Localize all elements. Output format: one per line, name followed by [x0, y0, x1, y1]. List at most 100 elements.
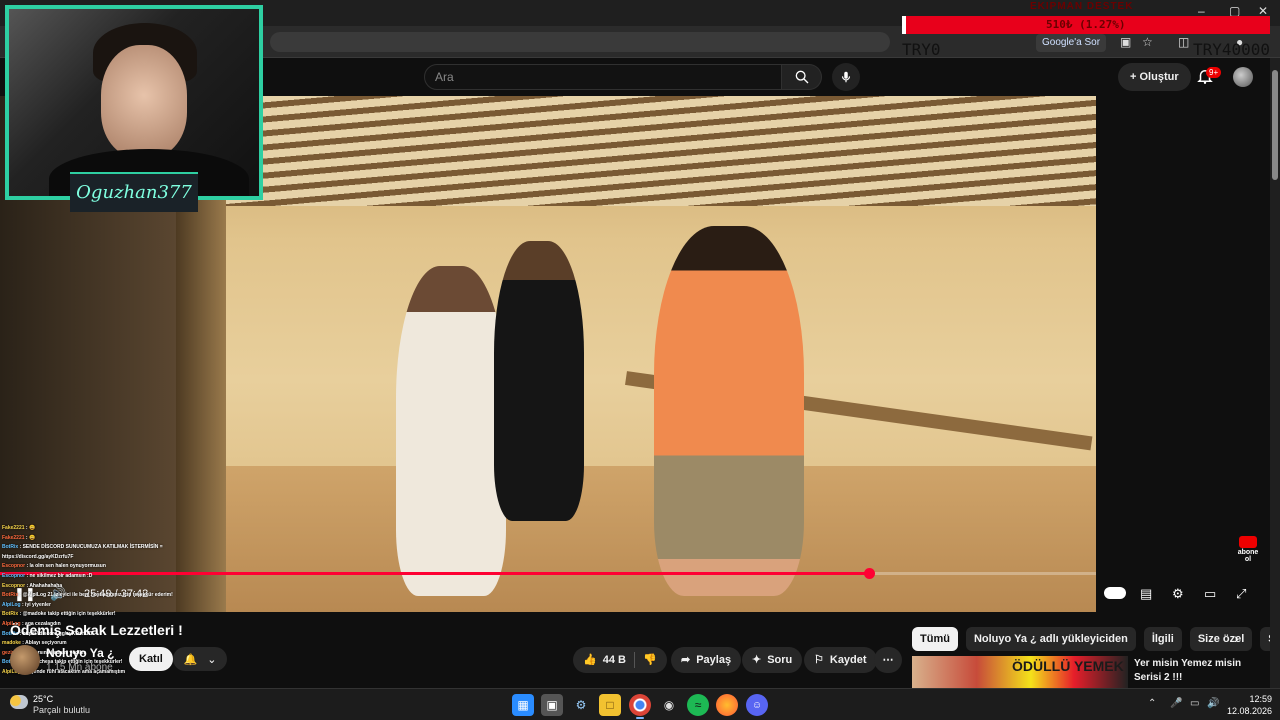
donation-goal-label: EKIPMAN DESTEK: [1030, 1, 1134, 12]
chrome-browser-icon[interactable]: [629, 694, 651, 719]
subscription-bell-button[interactable]: 🔔 ⌄: [173, 647, 227, 671]
clock-date: 12.08.2026: [1226, 706, 1272, 716]
subtitles-icon[interactable]: ▤: [1140, 586, 1152, 602]
weather-icon[interactable]: [10, 695, 28, 709]
channel-name[interactable]: Noluyo Ya ¿: [46, 646, 114, 660]
subscribe-watermark[interactable]: abone ol: [1236, 536, 1260, 563]
more-icon: ⋯: [882, 654, 894, 666]
chevron-down-icon: ⌄: [207, 653, 217, 666]
chip-for-you[interactable]: Size özel: [1189, 627, 1253, 651]
thumbs-down-icon[interactable]: 👎: [643, 647, 657, 673]
start-windows-icon[interactable]: ▦: [512, 694, 534, 716]
create-button[interactable]: + Oluştur: [1118, 63, 1191, 91]
url-field[interactable]: [270, 32, 890, 52]
microphone-icon: [841, 71, 851, 83]
share-icon: ➦: [681, 654, 691, 666]
chevron-right-icon[interactable]: ›: [1234, 630, 1239, 646]
search-icon: [795, 70, 808, 84]
chat-text: : iyi yiyenler: [22, 601, 51, 608]
speaker-icon[interactable]: 🔊: [1207, 698, 1219, 709]
microphone-tray-icon[interactable]: 🎤: [1170, 698, 1182, 709]
share-label: Paylaş: [696, 654, 732, 666]
page-scrollbar[interactable]: [1270, 58, 1280, 688]
recommended-video-title[interactable]: Yer misin Yemez misin Serisi 2 !!!: [1134, 657, 1264, 685]
recommended-video-thumbnail[interactable]: ÖDÜLLÜ YEMEK: [912, 656, 1128, 688]
save-bookmark-icon: ⚐: [814, 654, 824, 666]
settings-app-icon[interactable]: ⚙: [570, 694, 592, 716]
thumbnail-text: ÖDÜLLÜ YEMEK: [1012, 658, 1124, 674]
scrollbar-thumb[interactable]: [1272, 70, 1278, 180]
task-view-icon[interactable]: ▣: [541, 694, 563, 716]
chat-message: BotRix : @AlpiLog 21 izleyici ile beni h…: [2, 591, 202, 601]
webcam-overlay: [5, 5, 263, 200]
chat-text: : 😀: [25, 534, 36, 541]
spotify-icon[interactable]: ≈: [687, 694, 709, 716]
account-avatar[interactable]: [1233, 67, 1253, 87]
sand-floor: [176, 466, 1096, 612]
windows-taskbar: 25°C Parçalı bulutlu ▦ ▣ ⚙ □ ◉ ≈ ☺ ⌃ 🎤 ▭…: [0, 688, 1280, 720]
person-man-orange-shirt: [654, 226, 804, 596]
streamer-face: [101, 45, 187, 157]
ceiling-beams: [176, 96, 1096, 206]
chat-text: https://discord.gg/ayKDzrfu7F: [2, 553, 74, 560]
chat-username: BotRix: [2, 611, 19, 618]
chat-text: : ne sikilmez bir adamsın :D: [26, 572, 93, 579]
video-title: Ödemiş Sokak Lezzetleri !: [10, 622, 183, 638]
video-frame: [176, 96, 1096, 612]
save-button[interactable]: ⚐ Kaydet: [804, 647, 877, 673]
chat-username: Fake2221: [2, 534, 25, 541]
obs-icon[interactable]: ◉: [658, 694, 680, 716]
chat-message: Fake2221 : 😀: [2, 524, 202, 534]
thumbs-up-icon[interactable]: 👍: [583, 647, 597, 673]
chip-all[interactable]: Tümü: [912, 627, 958, 651]
join-label: Katıl: [139, 653, 163, 665]
chat-username: BotRix: [2, 544, 19, 551]
like-divider: [633, 652, 635, 668]
fullscreen-icon[interactable]: ⤢: [1236, 586, 1246, 602]
chip-related[interactable]: İlgili: [1143, 627, 1182, 651]
donation-progress-bar: 510₺ (1.27%): [902, 16, 1270, 34]
voice-search-button[interactable]: [832, 63, 860, 91]
weather-temperature[interactable]: 25°C: [33, 694, 53, 704]
sparkle-icon: ✦: [752, 654, 762, 666]
theater-mode-icon[interactable]: ▭: [1204, 586, 1216, 602]
chat-text: : 😀: [25, 525, 36, 531]
recommendation-chips: Tümü Noluyo Ya ¿ adlı yükleyiciden İlgil…: [912, 627, 1280, 651]
share-button[interactable]: ➦ Paylaş: [671, 647, 742, 673]
streamer-name-tag: Oguzhan377: [70, 172, 198, 212]
search-input[interactable]: Ara: [424, 64, 782, 90]
ask-button[interactable]: ✦ Soru: [742, 647, 803, 673]
search-button[interactable]: [782, 64, 822, 90]
chip-uploader[interactable]: Noluyo Ya ¿ adlı yükleyiciden: [965, 627, 1136, 651]
channel-avatar[interactable]: [10, 645, 40, 675]
more-actions-button[interactable]: ⋯: [874, 647, 902, 673]
chat-text: : SENDE DİSCORD SUNUCUMUZA KATILMAK İSTE…: [19, 544, 163, 551]
video-side-gutter: [1096, 96, 1270, 612]
system-clock[interactable]: 12:59 12.08.2026: [1222, 693, 1272, 717]
chat-message: https://discord.gg/ayKDzrfu7F: [2, 553, 202, 563]
firefox-icon[interactable]: [716, 694, 738, 716]
file-explorer-icon[interactable]: □: [599, 694, 621, 716]
chat-username: madoke: [2, 640, 21, 647]
settings-gear-icon[interactable]: ⚙: [1172, 586, 1184, 602]
discord-icon[interactable]: ☺: [746, 694, 768, 716]
chat-message: Escopnor : la olm sen halen oynuyormusun: [2, 562, 202, 572]
network-icon[interactable]: ▭: [1190, 698, 1199, 709]
bell-icon: 🔔: [183, 653, 198, 666]
like-dislike-group: 👍 44 B 👎: [573, 647, 667, 673]
chevron-up-icon[interactable]: ⌃: [1148, 698, 1156, 709]
subscriber-count: 1,15 Mn abone: [46, 662, 113, 673]
like-count[interactable]: 44 B: [603, 647, 626, 673]
screen: – ▢ ✕ Google'a Sor ▣ ☆ ◫ ● EKIPMAN DESTE…: [0, 0, 1280, 720]
chat-username: Escopnor: [2, 572, 26, 579]
autoplay-toggle[interactable]: [1104, 587, 1126, 599]
chat-username: AlpiLog: [2, 601, 21, 608]
chat-message: Fake2221 : 😀: [2, 534, 202, 544]
person-man-black-shirt: [494, 241, 584, 521]
plus-icon: +: [1130, 71, 1137, 83]
chat-message: BotRix : SENDE DİSCORD SUNUCUMUZA KATILM…: [2, 543, 202, 553]
donation-goal-overlay: EKIPMAN DESTEK 510₺ (1.27%) TRY0 TRY4000…: [900, 0, 1272, 60]
weather-description[interactable]: Parçalı bulutlu: [33, 705, 90, 715]
join-button[interactable]: Katıl: [129, 647, 173, 671]
donation-min: TRY0: [902, 40, 941, 59]
